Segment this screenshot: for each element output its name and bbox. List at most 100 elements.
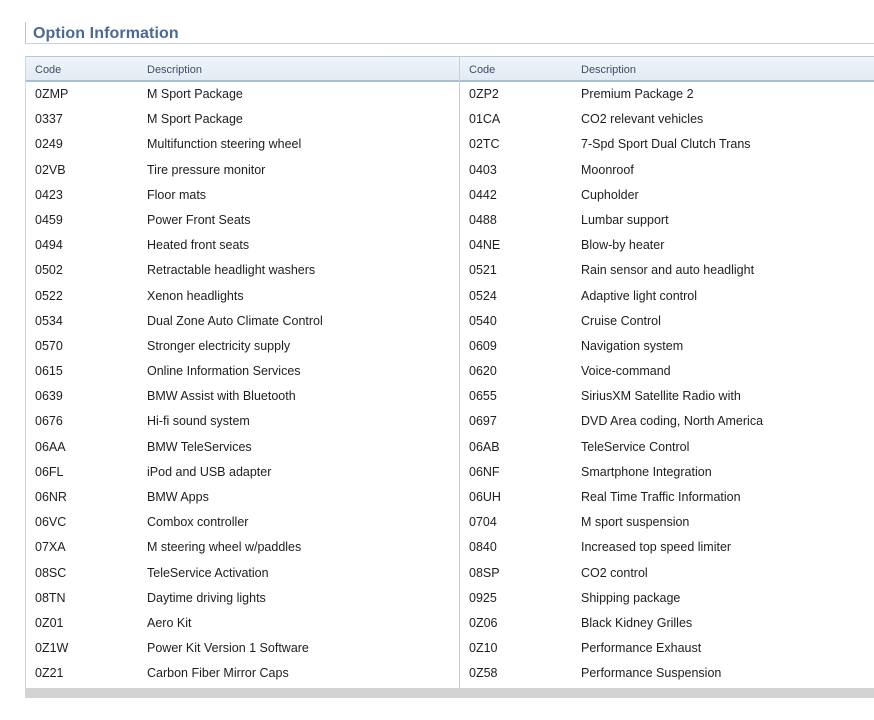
option-code: 0840 — [469, 540, 497, 555]
option-description: M steering wheel w/paddles — [147, 540, 302, 555]
option-description: CO2 relevant vehicles — [581, 112, 704, 127]
option-code: 0Z58 — [469, 666, 498, 681]
option-code: 0442 — [469, 187, 497, 202]
table-row: 0676 Hi-fi sound system — [26, 409, 459, 434]
option-description: Increased top speed limiter — [581, 540, 732, 555]
option-description: BMW Assist with Bluetooth — [147, 389, 296, 404]
table-row: 0423 Floor mats — [26, 183, 459, 208]
section-title: Option Information — [33, 25, 179, 42]
table-row: 0Z1W Power Kit Version 1 Software — [26, 636, 459, 661]
option-description: BMW TeleServices — [147, 439, 252, 454]
option-description: Retractable headlight washers — [147, 263, 316, 278]
table-row: 0521 Rain sensor and auto headlight — [460, 258, 874, 283]
table-row: 0Z58 Performance Suspension — [460, 661, 874, 686]
option-description: Shipping package — [581, 590, 681, 605]
table-row: 0570 Stronger electricity supply — [26, 334, 459, 359]
option-code: 06UH — [469, 490, 501, 504]
table-row: 0704 M sport suspension — [460, 510, 874, 535]
table-row: 06NR BMW Apps — [26, 485, 459, 510]
table-body-right: 0ZP2 Premium Package 2 01CA CO2 relevant ve… — [460, 82, 874, 687]
table-row: 0534 Dual Zone Auto Climate Control — [26, 309, 459, 334]
table-row: 0840 Increased top speed limiter — [460, 535, 874, 560]
table-row: 08SC TeleService Activation — [26, 561, 459, 586]
option-code: 0502 — [35, 263, 63, 278]
table-row: 02TC 7-Spd Sport Dual Clutch Trans — [460, 132, 874, 157]
option-description: Cupholder — [581, 187, 639, 202]
option-code: 0570 — [35, 338, 63, 353]
option-description: iPod and USB adapter — [147, 464, 272, 479]
option-description: Real Time Traffic Information — [581, 490, 741, 504]
table-row: 0ZMP M Sport Package — [26, 82, 459, 107]
option-code: 0521 — [469, 263, 497, 278]
table-row: 0925 Shipping package — [460, 586, 874, 611]
option-code: 0540 — [469, 313, 497, 328]
option-code: 06VC — [35, 515, 67, 530]
option-description: TeleService Control — [581, 439, 690, 454]
column-header-code[interactable]: Code — [35, 64, 61, 76]
table-row: 0Z06 Black Kidney Grilles — [460, 611, 874, 636]
option-description: Heated front seats — [147, 238, 250, 253]
option-code: 06AB — [469, 439, 500, 454]
table-row: 0655 SiriusXM Satellite Radio with — [460, 384, 874, 409]
section-header: Option Information — [25, 22, 874, 44]
option-code: 0522 — [35, 288, 63, 303]
option-description: M Sport Package — [147, 87, 243, 101]
option-description: Adaptive light control — [581, 288, 698, 303]
option-description: Dual Zone Auto Climate Control — [147, 313, 323, 328]
option-code: 0534 — [35, 313, 63, 328]
option-description: Multifunction steering wheel — [147, 137, 302, 152]
option-description: Floor mats — [147, 187, 207, 202]
option-code: 04NE — [469, 238, 501, 253]
table-row: 02VB Tire pressure monitor — [26, 158, 459, 183]
option-code: 0Z01 — [35, 615, 64, 630]
table-row: 0639 BMW Assist with Bluetooth — [26, 384, 459, 409]
table-row: 0615 Online Information Services — [26, 359, 459, 384]
options-table: Code Description 0ZMP M Sport Package 0337… — [25, 56, 874, 688]
option-code: 0615 — [35, 364, 63, 379]
column-header-description[interactable]: Description — [581, 64, 636, 76]
option-code: 0Z21 — [35, 666, 64, 681]
option-description: CO2 control — [581, 565, 648, 580]
table-row: 0Z01 Aero Kit — [26, 611, 459, 636]
option-code: 0925 — [469, 590, 497, 605]
option-description: Power Kit Version 1 Software — [147, 641, 309, 656]
option-description: Xenon headlights — [147, 288, 244, 303]
table-row: 0403 Moonroof — [460, 158, 874, 183]
option-code: 0697 — [469, 414, 497, 429]
options-table-right: Code Description 0ZP2 Premium Package 2 01… — [460, 56, 874, 688]
table-row: 0522 Xenon headlights — [26, 284, 459, 309]
option-code: 0Z06 — [469, 615, 498, 630]
option-code: 0ZP2 — [469, 87, 499, 101]
option-description: Tire pressure monitor — [147, 162, 266, 177]
table-row: 0697 DVD Area coding, North America — [460, 409, 874, 434]
table-row: 0488 Lumbar support — [460, 208, 874, 233]
table-row: 0442 Cupholder — [460, 183, 874, 208]
table-row: 0540 Cruise Control — [460, 309, 874, 334]
table-body-left: 0ZMP M Sport Package 0337 M Sport Package 02… — [26, 82, 459, 687]
option-code: 0249 — [35, 137, 63, 152]
option-code: 0609 — [469, 338, 497, 353]
option-description: Daytime driving lights — [147, 590, 266, 605]
table-row: 06VC Combox controller — [26, 510, 459, 535]
table-row: 0337 M Sport Package — [26, 107, 459, 132]
option-code: 0494 — [35, 238, 63, 253]
horizontal-scrollbar[interactable] — [25, 688, 874, 698]
option-code: 0639 — [35, 389, 63, 404]
table-row: 0524 Adaptive light control — [460, 284, 874, 309]
option-description: Performance Suspension — [581, 666, 722, 681]
option-description: Performance Exhaust — [581, 641, 702, 656]
option-description: Online Information Services — [147, 364, 301, 379]
option-description: Lumbar support — [581, 212, 669, 227]
table-row: 06AB TeleService Control — [460, 435, 874, 460]
option-description: TeleService Activation — [147, 565, 269, 580]
table-row: 08SP CO2 control — [460, 561, 874, 586]
option-description: M sport suspension — [581, 515, 690, 530]
option-description: Black Kidney Grilles — [581, 615, 693, 630]
option-code: 0488 — [469, 212, 497, 227]
option-description: Smartphone Integration — [581, 464, 712, 479]
option-description: Aero Kit — [147, 615, 192, 630]
option-code: 0Z1W — [35, 641, 69, 656]
column-header-code[interactable]: Code — [469, 64, 495, 76]
column-header-description[interactable]: Description — [147, 64, 202, 76]
option-description: DVD Area coding, North America — [581, 414, 764, 429]
